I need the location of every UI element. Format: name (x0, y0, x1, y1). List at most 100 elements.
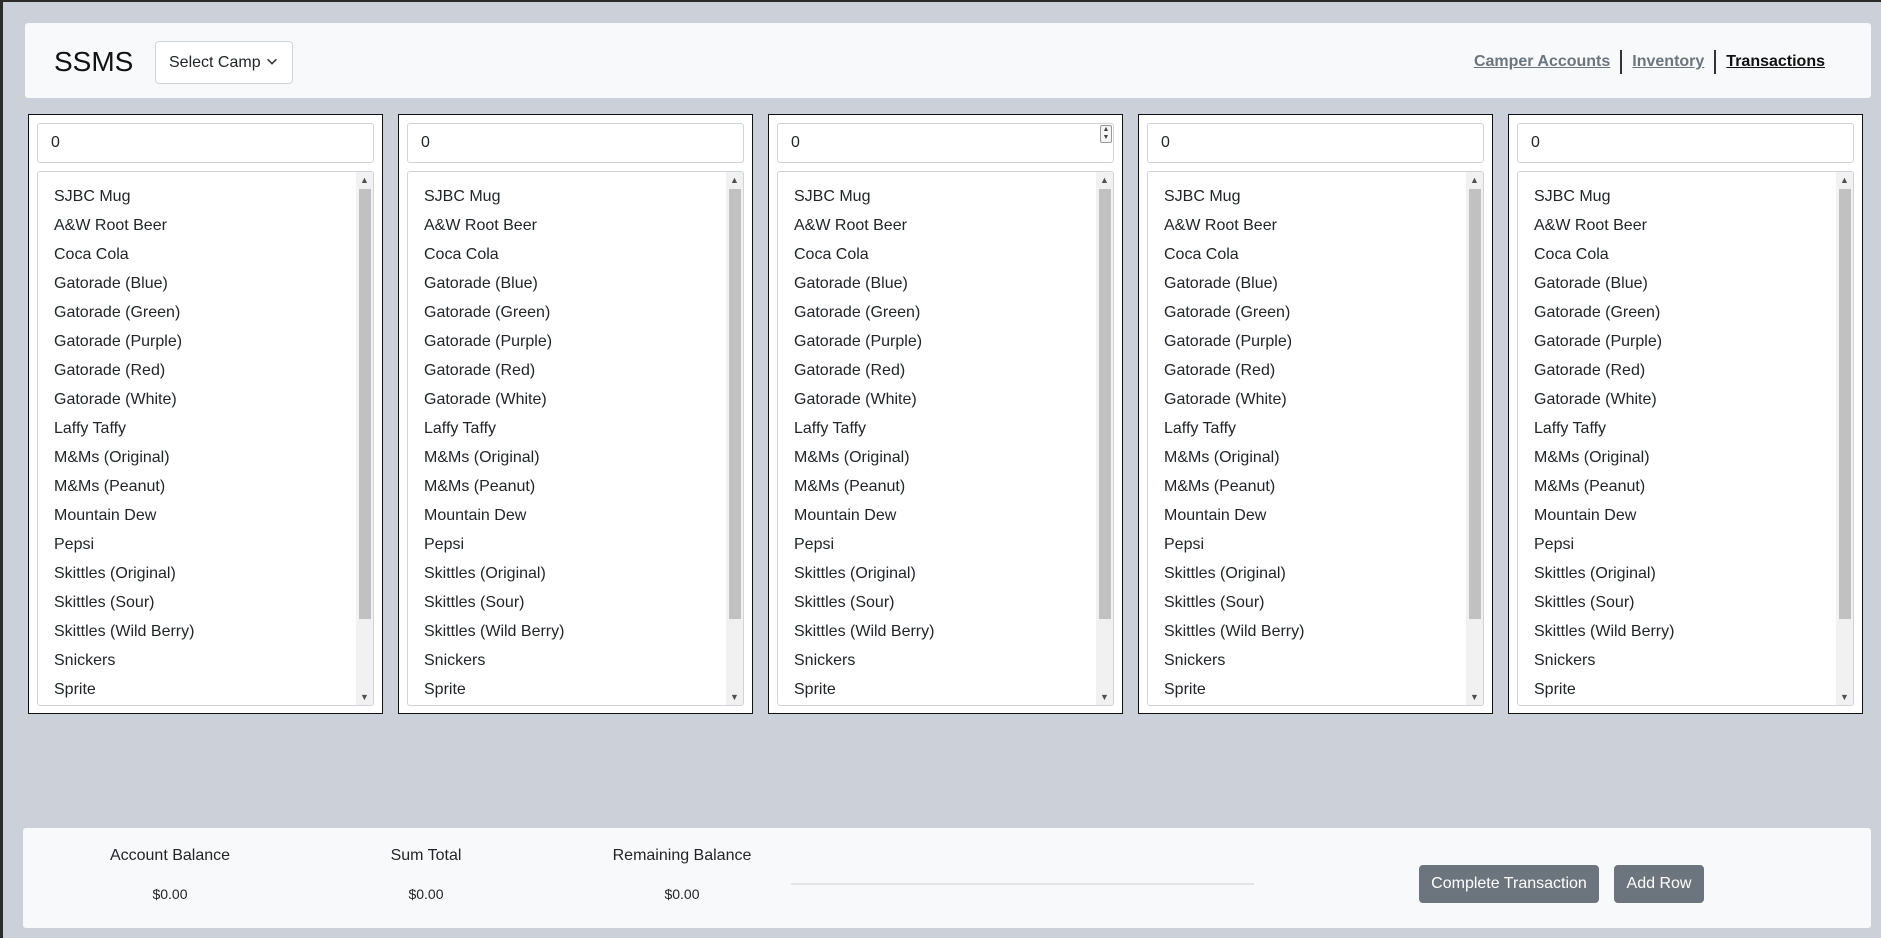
list-item[interactable]: Skittles (Wild Berry) (1148, 617, 1465, 646)
list-item[interactable]: Sprite (408, 675, 725, 704)
list-item[interactable]: Snickers (38, 646, 355, 675)
list-item[interactable]: Skittles (Sour) (1518, 588, 1835, 617)
list-item[interactable]: Gatorade (Red) (1518, 356, 1835, 385)
list-item[interactable]: Gatorade (Green) (1518, 298, 1835, 327)
scroll-down-icon[interactable]: ▼ (1096, 689, 1113, 705)
list-item[interactable]: Pepsi (778, 530, 1095, 559)
list-item[interactable]: SJBC Mug (778, 182, 1095, 211)
item-listbox[interactable]: SJBC Mug A&W Root Beer Coca Cola Gatorade (… (37, 171, 374, 706)
list-item[interactable]: Skittles (Sour) (38, 588, 355, 617)
list-item[interactable]: A&W Root Beer (1518, 211, 1835, 240)
scrollbar[interactable]: ▲ ▼ (1466, 172, 1483, 705)
list-item[interactable]: Pepsi (408, 530, 725, 559)
quantity-input[interactable]: 0 (1517, 123, 1854, 163)
list-item[interactable]: Snickers (408, 646, 725, 675)
list-item[interactable]: Gatorade (Purple) (408, 327, 725, 356)
nav-transactions[interactable]: Transactions (1716, 51, 1835, 73)
list-item[interactable]: Mountain Dew (38, 501, 355, 530)
scroll-down-icon[interactable]: ▼ (1466, 689, 1483, 705)
quantity-input[interactable]: 0 (1147, 123, 1484, 163)
list-item[interactable]: Sprite (38, 675, 355, 704)
list-item[interactable]: SJBC Mug (1148, 182, 1465, 211)
scroll-thumb[interactable] (729, 189, 741, 619)
list-item[interactable]: Skittles (Original) (1518, 559, 1835, 588)
list-item[interactable]: Skittles (Original) (1148, 559, 1465, 588)
list-item[interactable]: Gatorade (Purple) (1148, 327, 1465, 356)
list-item[interactable]: M&Ms (Original) (38, 443, 355, 472)
list-item[interactable]: Skittles (Original) (38, 559, 355, 588)
list-item[interactable]: Mountain Dew (1518, 501, 1835, 530)
list-item[interactable]: Gatorade (Purple) (778, 327, 1095, 356)
list-item[interactable]: Skittles (Original) (408, 559, 725, 588)
list-item[interactable]: Skittles (Wild Berry) (408, 617, 725, 646)
list-item[interactable]: Snickers (1518, 646, 1835, 675)
list-item[interactable]: Skittles (Wild Berry) (38, 617, 355, 646)
list-item[interactable]: Gatorade (Green) (778, 298, 1095, 327)
scroll-thumb[interactable] (1839, 189, 1851, 619)
list-item[interactable]: Laffy Taffy (778, 414, 1095, 443)
list-item[interactable]: Gatorade (Red) (408, 356, 725, 385)
scroll-down-icon[interactable]: ▼ (726, 689, 743, 705)
item-listbox[interactable]: SJBC Mug A&W Root Beer Coca Cola Gatorade (… (777, 171, 1114, 706)
list-item[interactable]: Skittles (Sour) (408, 588, 725, 617)
list-item[interactable]: Skittles (Sour) (1148, 588, 1465, 617)
list-item[interactable]: A&W Root Beer (1148, 211, 1465, 240)
list-item[interactable]: SJBC Mug (38, 182, 355, 211)
quantity-input[interactable]: 0 (777, 123, 1114, 163)
list-item[interactable]: Sprite (1148, 675, 1465, 704)
list-item[interactable]: Snickers (778, 646, 1095, 675)
list-item[interactable]: Coca Cola (38, 240, 355, 269)
list-item[interactable]: Skittles (Wild Berry) (1518, 617, 1835, 646)
scroll-up-icon[interactable]: ▲ (1096, 172, 1113, 188)
scroll-up-icon[interactable]: ▲ (356, 172, 373, 188)
list-item[interactable]: Sprite (778, 675, 1095, 704)
quantity-input[interactable]: 0 (407, 123, 744, 163)
camp-select[interactable]: Select Camp (155, 41, 293, 84)
list-item[interactable]: Gatorade (Blue) (38, 269, 355, 298)
scrollbar[interactable]: ▲ ▼ (1096, 172, 1113, 705)
list-item[interactable]: Pepsi (38, 530, 355, 559)
list-item[interactable]: M&Ms (Original) (1518, 443, 1835, 472)
scrollbar[interactable]: ▲ ▼ (356, 172, 373, 705)
scrollbar[interactable]: ▲ ▼ (726, 172, 743, 705)
add-row-button[interactable]: Add Row (1614, 865, 1704, 903)
list-item[interactable]: Laffy Taffy (38, 414, 355, 443)
list-item[interactable]: Gatorade (Red) (778, 356, 1095, 385)
list-item[interactable]: Skittles (Wild Berry) (778, 617, 1095, 646)
quantity-input[interactable]: 0 (37, 123, 374, 163)
scroll-down-icon[interactable]: ▼ (356, 689, 373, 705)
list-item[interactable]: M&Ms (Original) (408, 443, 725, 472)
list-item[interactable]: Pepsi (1518, 530, 1835, 559)
list-item[interactable]: Gatorade (Red) (38, 356, 355, 385)
list-item[interactable]: Mountain Dew (1148, 501, 1465, 530)
scroll-up-icon[interactable]: ▲ (726, 172, 743, 188)
list-item[interactable]: Gatorade (White) (1518, 385, 1835, 414)
list-item[interactable]: Snickers (1148, 646, 1465, 675)
list-item[interactable]: Coca Cola (1518, 240, 1835, 269)
list-item[interactable]: Gatorade (Green) (38, 298, 355, 327)
list-item[interactable]: Laffy Taffy (408, 414, 725, 443)
nav-inventory[interactable]: Inventory (1622, 51, 1714, 73)
list-item[interactable]: Gatorade (White) (1148, 385, 1465, 414)
scroll-up-icon[interactable]: ▲ (1836, 172, 1853, 188)
list-item[interactable]: Laffy Taffy (1518, 414, 1835, 443)
list-item[interactable]: Laffy Taffy (1148, 414, 1465, 443)
list-item[interactable]: Gatorade (Blue) (1148, 269, 1465, 298)
complete-transaction-button[interactable]: Complete Transaction (1419, 865, 1599, 903)
list-item[interactable]: M&Ms (Peanut) (408, 472, 725, 501)
list-item[interactable]: A&W Root Beer (408, 211, 725, 240)
list-item[interactable]: M&Ms (Peanut) (778, 472, 1095, 501)
list-item[interactable]: Gatorade (Red) (1148, 356, 1465, 385)
item-listbox[interactable]: SJBC Mug A&W Root Beer Coca Cola Gatorade (… (1147, 171, 1484, 706)
scroll-down-icon[interactable]: ▼ (1836, 689, 1853, 705)
brand-logo[interactable]: SSMS (54, 46, 133, 78)
list-item[interactable]: M&Ms (Peanut) (38, 472, 355, 501)
scroll-thumb[interactable] (1099, 189, 1111, 619)
list-item[interactable]: Sprite (1518, 675, 1835, 704)
list-item[interactable]: Gatorade (Blue) (1518, 269, 1835, 298)
scrollbar[interactable]: ▲ ▼ (1836, 172, 1853, 705)
quantity-stepper[interactable]: ▲ ▼ (1100, 125, 1112, 143)
list-item[interactable]: Coca Cola (408, 240, 725, 269)
list-item[interactable]: Skittles (Sour) (778, 588, 1095, 617)
list-item[interactable]: Gatorade (White) (408, 385, 725, 414)
